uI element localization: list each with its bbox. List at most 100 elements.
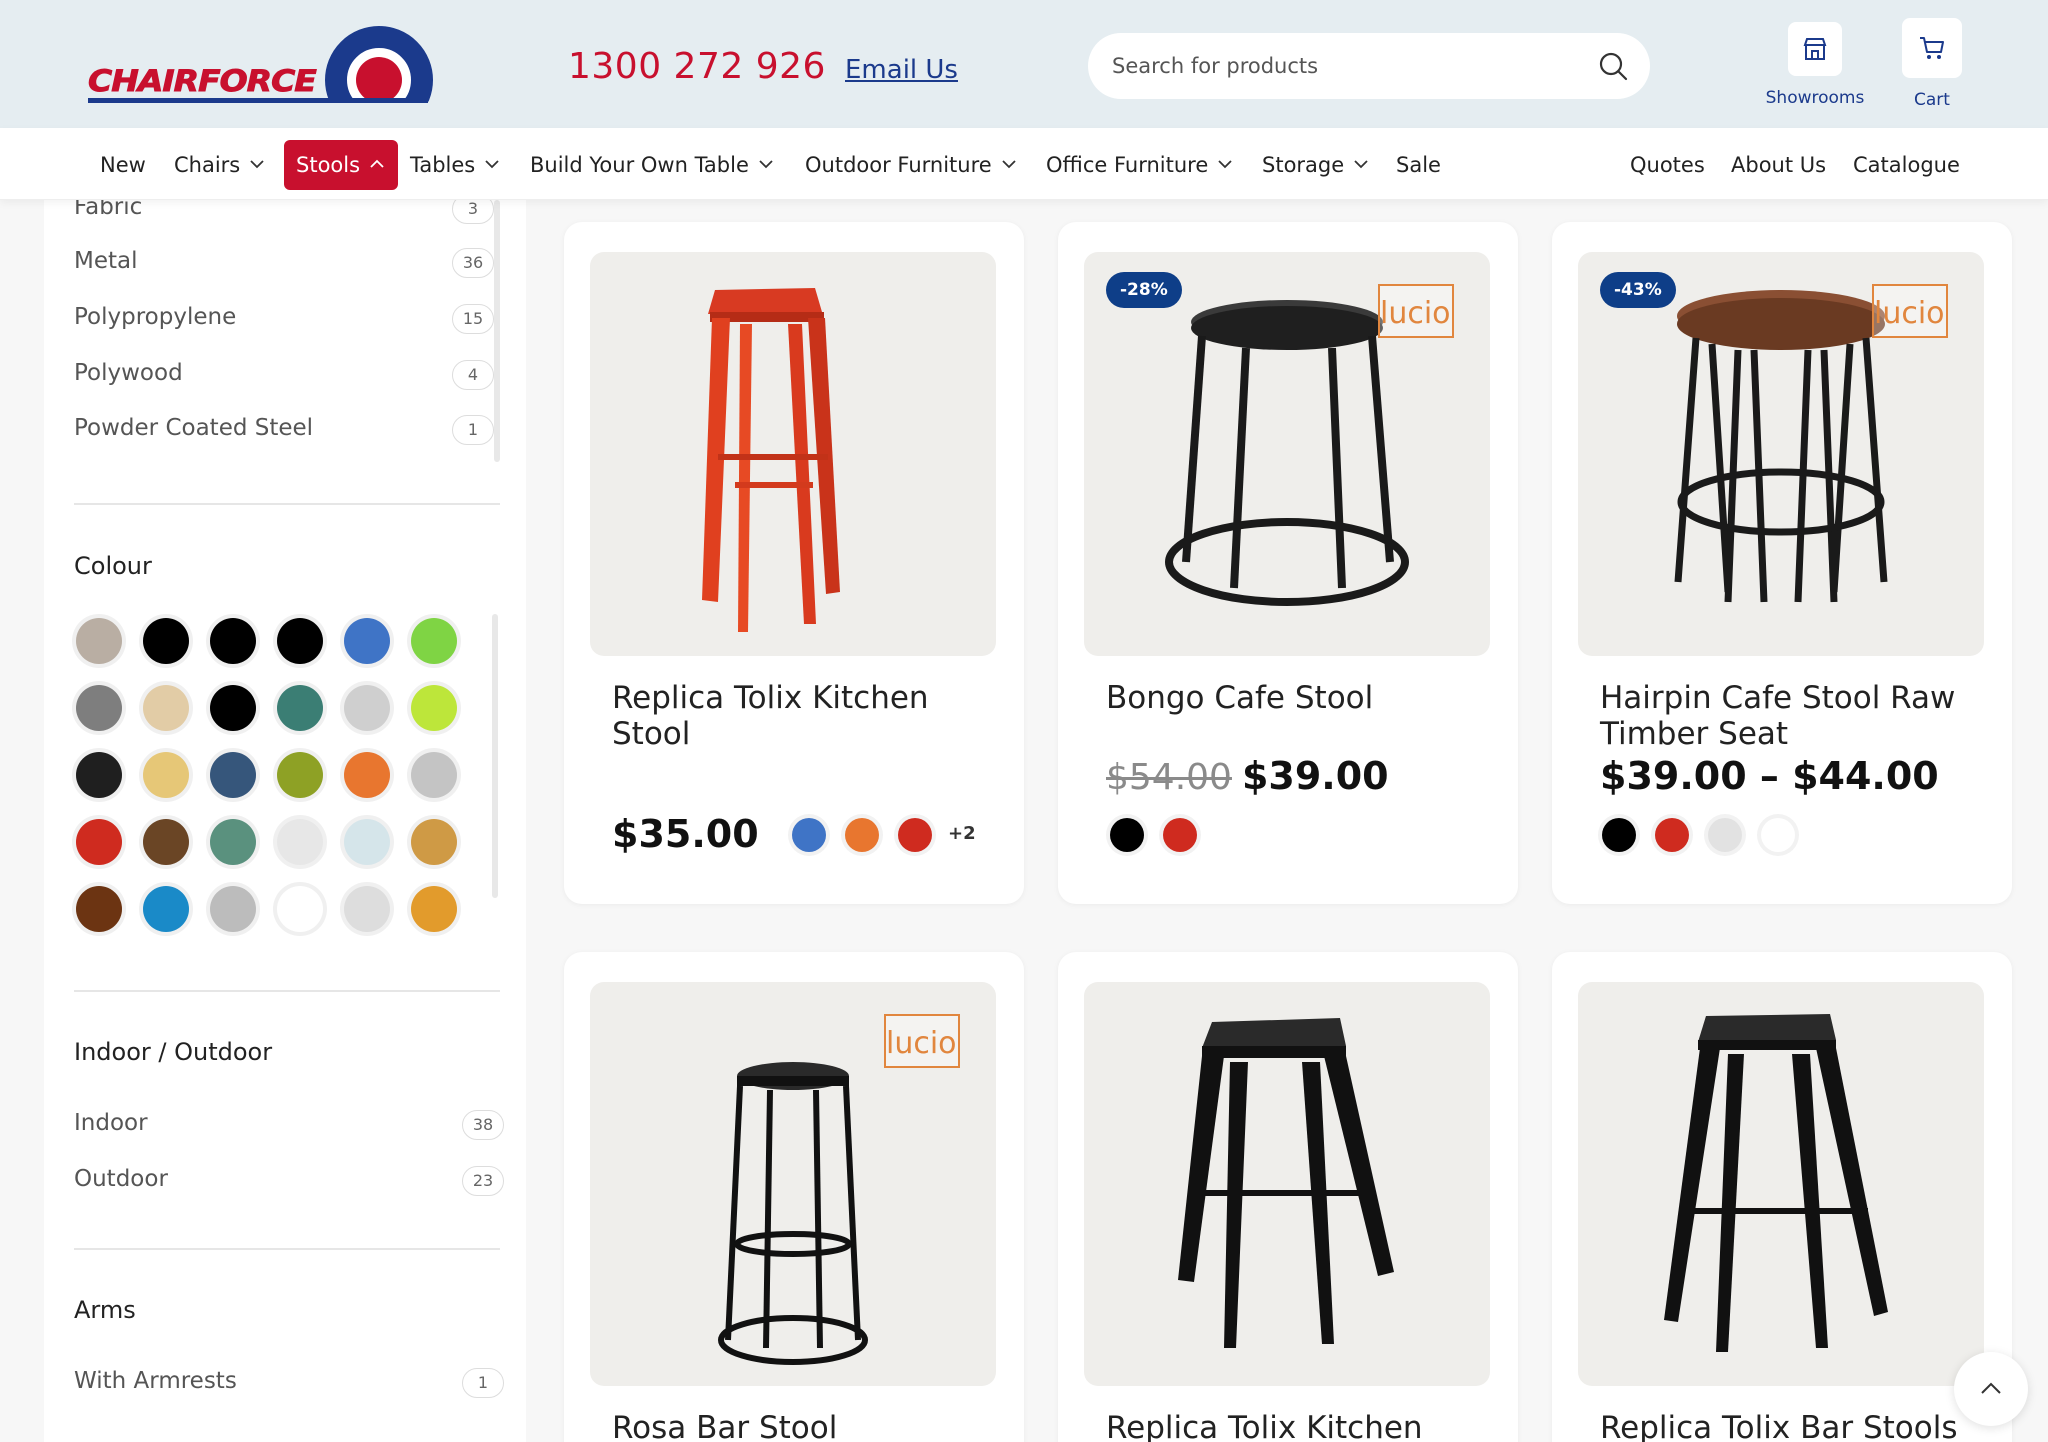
product-card[interactable]: -43% lucio Hairpin Cafe Stool Raw Timber… [1552, 222, 2012, 904]
product-card[interactable]: -28% lucio Bongo Cafe Stool $54.00 $39.00 [1058, 222, 1518, 904]
colour-swatch[interactable] [210, 819, 256, 865]
product-image[interactable]: -28% lucio [1084, 252, 1490, 656]
filter-count: 1 [452, 415, 494, 445]
product-title[interactable]: Replica Tolix Bar Stools [1600, 1410, 1980, 1442]
product-title[interactable]: Rosa Bar Stool [612, 1410, 992, 1442]
colour-swatch[interactable] [411, 819, 457, 865]
colour-swatch[interactable] [143, 819, 189, 865]
filter-label: Metal [74, 248, 138, 274]
product-image[interactable]: lucio [590, 982, 996, 1386]
nav-label: Stools [296, 153, 361, 177]
colour-option[interactable] [898, 818, 932, 852]
search-input[interactable] [1112, 33, 1582, 99]
colour-swatch[interactable] [143, 685, 189, 731]
colour-swatch[interactable] [210, 685, 256, 731]
nav-item-catalogue[interactable]: Catalogue [1853, 140, 1960, 190]
showrooms-button[interactable]: Showrooms [1760, 22, 1870, 122]
filter-item-polywood[interactable]: Polywood 4 [74, 356, 494, 396]
filter-item-outdoor[interactable]: Outdoor 23 [74, 1162, 504, 1202]
email-link[interactable]: Email Us [845, 55, 958, 85]
colour-swatch[interactable] [344, 752, 390, 798]
colour-swatch[interactable] [76, 819, 122, 865]
nav-item-storage[interactable]: Storage [1262, 140, 1370, 190]
nav-label: Tables [410, 153, 476, 177]
colour-swatch[interactable] [277, 819, 323, 865]
colour-option[interactable] [1110, 818, 1144, 852]
colour-swatch[interactable] [143, 886, 189, 932]
product-image[interactable] [1084, 982, 1490, 1386]
colour-option[interactable] [1602, 818, 1636, 852]
colour-swatch[interactable] [210, 752, 256, 798]
colour-swatch[interactable] [210, 618, 256, 664]
filter-item-powder-coated-steel[interactable]: Powder Coated Steel 1 [74, 411, 494, 451]
colour-swatch[interactable] [143, 618, 189, 664]
nav-item-about-us[interactable]: About Us [1731, 140, 1826, 190]
colour-swatch[interactable] [76, 886, 122, 932]
colour-swatch[interactable] [76, 752, 122, 798]
product-title[interactable]: Replica Tolix Kitchen [1106, 1410, 1486, 1442]
colour-swatch[interactable] [210, 886, 256, 932]
nav-item-sale[interactable]: Sale [1396, 140, 1441, 190]
product-image[interactable] [590, 252, 996, 656]
material-scrollbar[interactable] [494, 200, 500, 462]
product-price: $54.00 $39.00 [1106, 754, 1389, 798]
colour-swatch[interactable] [143, 752, 189, 798]
showrooms-label: Showrooms [1765, 88, 1865, 108]
colour-option[interactable] [1708, 818, 1742, 852]
colour-option[interactable] [845, 818, 879, 852]
nav-item-new[interactable]: New [100, 140, 146, 190]
store-icon [1788, 22, 1842, 76]
colour-swatch[interactable] [344, 886, 390, 932]
filter-item-with-armrests[interactable]: With Armrests 1 [74, 1364, 504, 1404]
colour-option[interactable] [1761, 818, 1795, 852]
product-card[interactable]: Replica Tolix Bar Stools [1552, 952, 2012, 1442]
nav-label: Storage [1262, 153, 1345, 177]
product-title[interactable]: Replica Tolix Kitchen Stool [612, 680, 992, 752]
colour-swatch[interactable] [76, 618, 122, 664]
colour-swatch[interactable] [411, 618, 457, 664]
product-title[interactable]: Hairpin Cafe Stool Raw Timber Seat [1600, 680, 1980, 752]
product-card[interactable]: lucio Rosa Bar Stool [564, 952, 1024, 1442]
cart-button[interactable]: Cart [1877, 18, 1987, 118]
nav-item-build-your-own-table[interactable]: Build Your Own Table [530, 140, 775, 190]
filter-item-polypropylene[interactable]: Polypropylene 15 [74, 300, 494, 340]
more-colours[interactable]: +2 [948, 823, 976, 844]
colour-swatch[interactable] [277, 618, 323, 664]
filter-item-metal[interactable]: Metal 36 [74, 244, 494, 284]
search-icon[interactable] [1598, 51, 1628, 81]
colour-scrollbar[interactable] [492, 614, 498, 898]
phone-number[interactable]: 1300 272 926 [568, 46, 826, 87]
colour-swatch[interactable] [277, 886, 323, 932]
product-image[interactable] [1578, 982, 1984, 1386]
nav-label: Office Furniture [1046, 153, 1209, 177]
nav-item-office-furniture[interactable]: Office Furniture [1046, 140, 1234, 190]
nav-item-tables[interactable]: Tables [410, 140, 501, 190]
colour-swatch[interactable] [76, 685, 122, 731]
colour-option[interactable] [792, 818, 826, 852]
colour-swatch[interactable] [411, 685, 457, 731]
colour-swatch[interactable] [411, 886, 457, 932]
colour-swatch[interactable] [344, 618, 390, 664]
nav-item-quotes[interactable]: Quotes [1630, 140, 1705, 190]
chairforce-logo[interactable]: CHAIRFORCE [88, 26, 433, 104]
nav-item-chairs[interactable]: Chairs [174, 140, 266, 190]
nav-item-stools[interactable]: Stools [284, 140, 399, 190]
product-card[interactable]: Replica Tolix Kitchen Stool $35.00 +2 [564, 222, 1024, 904]
filter-item-indoor[interactable]: Indoor 38 [74, 1106, 504, 1146]
colour-swatch[interactable] [277, 685, 323, 731]
filter-label: Indoor [74, 1110, 148, 1136]
nav-label: Catalogue [1853, 153, 1960, 177]
colour-swatch[interactable] [277, 752, 323, 798]
colour-option[interactable] [1163, 818, 1197, 852]
back-to-top-button[interactable] [1954, 1352, 2028, 1426]
product-card[interactable]: Replica Tolix Kitchen [1058, 952, 1518, 1442]
nav-label: About Us [1731, 153, 1827, 177]
colour-swatch[interactable] [411, 752, 457, 798]
colour-option[interactable] [1655, 818, 1689, 852]
colour-swatch[interactable] [344, 819, 390, 865]
colour-swatch[interactable] [344, 685, 390, 731]
chevron-down-icon [1218, 160, 1232, 169]
product-image[interactable]: -43% lucio [1578, 252, 1984, 656]
product-title[interactable]: Bongo Cafe Stool [1106, 680, 1486, 716]
nav-item-outdoor-furniture[interactable]: Outdoor Furniture [805, 140, 1018, 190]
